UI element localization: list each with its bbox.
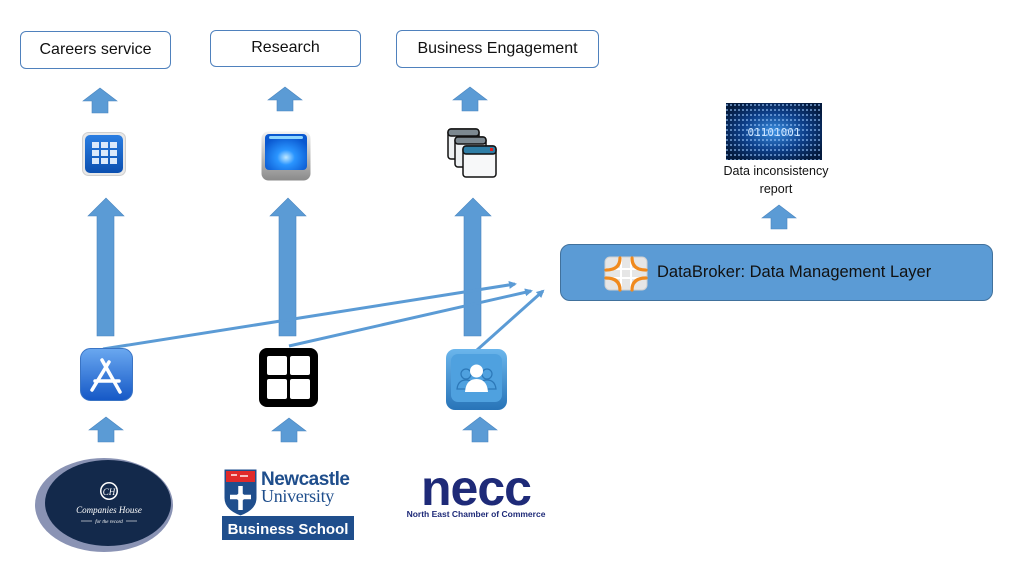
up-arrow-research bbox=[267, 86, 303, 112]
connector-careers-to-broker bbox=[102, 280, 517, 351]
companies-house-tagline: for the record bbox=[95, 520, 123, 525]
up-arrow-report bbox=[761, 204, 797, 230]
up-arrow-newcastle bbox=[271, 417, 307, 443]
up-arrow-necc bbox=[462, 416, 498, 443]
databroker-layer: DataBroker: Data Management Layer bbox=[560, 244, 993, 301]
tall-arrow-business bbox=[454, 197, 492, 337]
databroker-label: DataBroker: Data Management Layer bbox=[657, 263, 932, 281]
tall-arrow-research bbox=[269, 197, 307, 337]
app-store-icon bbox=[80, 348, 133, 401]
newcastle-banner: Business School bbox=[228, 521, 349, 538]
databroker-icon bbox=[604, 255, 648, 292]
report-caption-line2: report bbox=[759, 182, 793, 196]
tall-arrow-careers bbox=[87, 197, 125, 337]
up-arrow-careers bbox=[82, 87, 118, 114]
up-arrow-business bbox=[452, 86, 488, 112]
necc-logo: necc North East Chamber of Commerce bbox=[396, 460, 558, 520]
binary-code-image: 01101001 bbox=[726, 103, 822, 160]
up-arrow-companies-house bbox=[88, 416, 124, 443]
companies-house-monogram: CH bbox=[103, 487, 116, 497]
newcastle-university-logo: Newcastle University Business School bbox=[221, 466, 355, 541]
drive-icon bbox=[261, 131, 311, 181]
necc-wordmark: necc bbox=[421, 460, 531, 516]
stacked-windows-icon bbox=[446, 127, 498, 179]
report-caption: Data inconsistency report bbox=[706, 162, 846, 198]
windows-tiles-icon bbox=[259, 348, 318, 407]
grid-app-icon bbox=[82, 132, 126, 178]
binary-text: 01101001 bbox=[748, 126, 801, 139]
report-caption-line1: Data inconsistency bbox=[723, 164, 829, 178]
necc-subtitle: North East Chamber of Commerce bbox=[407, 509, 546, 519]
companies-house-logo: CH Companies House for the record bbox=[34, 457, 174, 553]
companies-house-name: Companies House bbox=[76, 505, 142, 515]
user-group-icon bbox=[446, 349, 507, 410]
newcastle-name-line2: University bbox=[261, 486, 334, 506]
